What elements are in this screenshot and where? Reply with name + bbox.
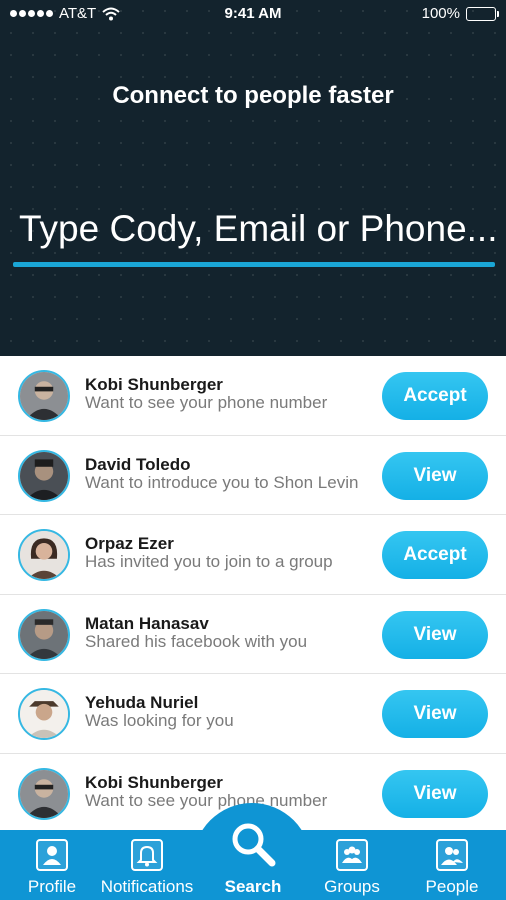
view-button[interactable]: View <box>382 769 488 818</box>
request-message: Shared his facebook with you <box>85 631 308 651</box>
battery-icon <box>466 6 499 21</box>
list-item[interactable]: Matan Hanasav Shared his facebook with y… <box>0 595 506 674</box>
tab-groups[interactable]: Groups <box>312 830 392 900</box>
avatar <box>18 449 70 502</box>
request-message: Want to introduce you to Shon Levin <box>85 472 359 492</box>
request-name: David Toledo <box>85 454 191 474</box>
search-icon <box>227 818 279 870</box>
tab-search[interactable]: Search <box>208 823 298 900</box>
avatar <box>18 767 70 820</box>
profile-icon <box>36 839 68 871</box>
avatar <box>18 688 70 740</box>
groups-icon <box>336 839 368 871</box>
request-message: Has invited you to join to a group <box>85 552 333 571</box>
list-item[interactable]: Kobi Shunberger Want to see your phone n… <box>0 356 506 436</box>
avatar <box>18 608 70 661</box>
tab-label: Profile <box>27 877 77 896</box>
request-name: Matan Hanasav <box>85 613 209 633</box>
tab-notifications[interactable]: Notifications <box>92 830 202 900</box>
accept-button[interactable]: Accept <box>382 531 488 579</box>
request-name: Orpaz Ezer <box>85 534 174 553</box>
tab-label: Notifications <box>100 877 194 896</box>
request-message: Want to see your phone number <box>85 393 328 412</box>
request-name: Yehuda Nuriel <box>85 693 199 712</box>
view-button[interactable]: View <box>382 690 488 738</box>
search-underline <box>13 262 495 267</box>
search-input[interactable] <box>13 200 495 258</box>
accept-button[interactable]: Accept <box>382 372 488 420</box>
avatar <box>18 370 70 422</box>
bell-icon <box>131 839 163 871</box>
people-icon <box>436 839 468 871</box>
tab-label: Groups <box>324 877 380 896</box>
request-message: Want to see your phone number <box>85 790 328 810</box>
request-name: Kobi Shunberger <box>85 772 223 792</box>
tab-people[interactable]: People <box>402 830 502 900</box>
request-list: Kobi Shunberger Want to see your phone n… <box>0 356 506 830</box>
tab-label: People <box>425 877 479 896</box>
request-message: Was looking for you <box>85 711 234 730</box>
battery-percent: 100% <box>421 5 460 22</box>
list-item[interactable]: David Toledo Want to introduce you to Sh… <box>0 436 506 515</box>
list-item[interactable]: Yehuda Nuriel Was looking for you View <box>0 674 506 754</box>
hero-title: Connect to people faster <box>112 82 394 109</box>
hero-section: AT&T 9:41 AM 100% Connect to people fast… <box>0 0 506 356</box>
view-button[interactable]: View <box>382 610 488 659</box>
tab-bar: Profile Notifications Search Groups Peop… <box>0 823 506 900</box>
tab-label: Search <box>224 877 282 896</box>
status-right: 100% <box>421 5 499 22</box>
request-name: Kobi Shunberger <box>85 375 223 394</box>
status-bar: AT&T 9:41 AM 100% <box>0 0 506 28</box>
list-item[interactable]: Orpaz Ezer Has invited you to join to a … <box>0 515 506 595</box>
view-button[interactable]: View <box>382 451 488 500</box>
avatar <box>18 529 70 581</box>
tab-profile[interactable]: Profile <box>0 830 104 900</box>
